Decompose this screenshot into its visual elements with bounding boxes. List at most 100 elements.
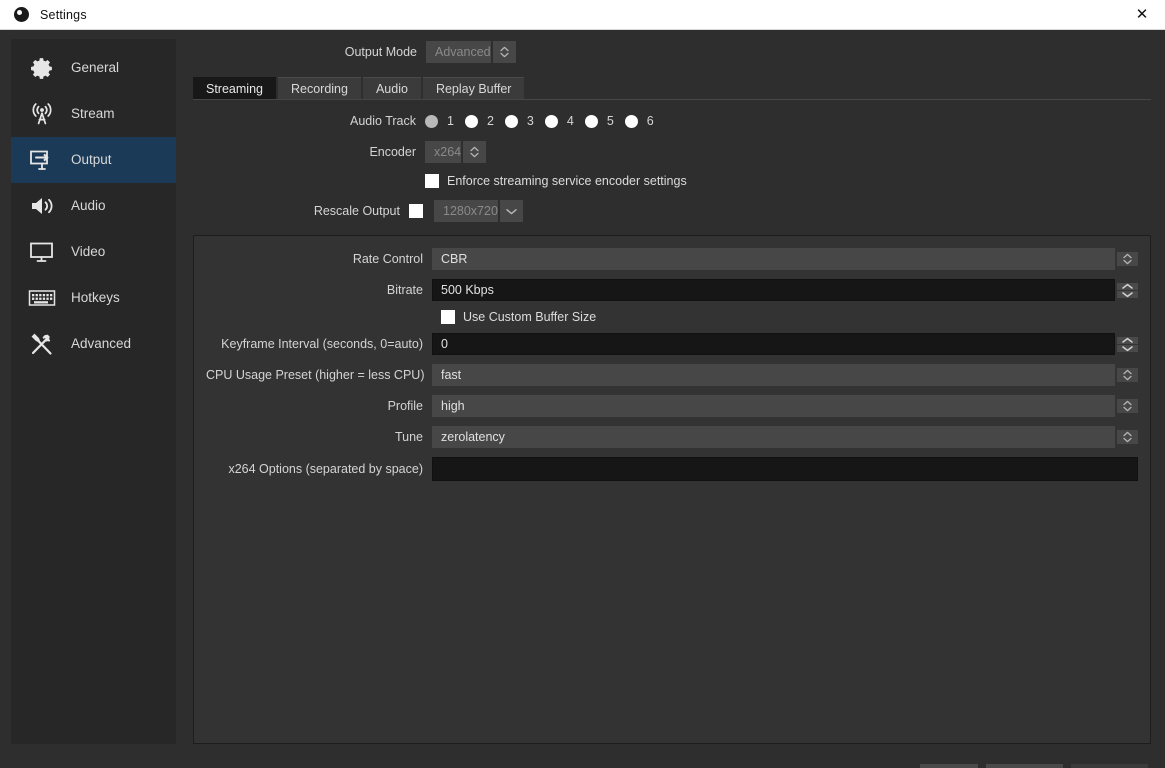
obs-logo-icon	[8, 0, 34, 30]
sidebar-item-general[interactable]: General	[11, 45, 176, 91]
profile-select[interactable]: high	[432, 395, 1115, 417]
bitrate-input[interactable]: 500 Kbps	[432, 279, 1115, 301]
title-bar: Settings ✕	[0, 0, 1165, 30]
output-mode-select-wrap: Advanced	[426, 41, 1151, 63]
sidebar-item-label: Audio	[71, 198, 106, 214]
window-title: Settings	[40, 7, 87, 22]
keyframe-interval-stepper	[1117, 336, 1138, 352]
audio-track-radio-group: 1 2 3 4 5 6	[425, 114, 665, 128]
apply-button[interactable]: Apply	[1071, 764, 1148, 768]
enforce-encoder-settings-label: Enforce streaming service encoder settin…	[447, 174, 687, 188]
monitor-icon	[27, 238, 57, 266]
x264-options-input[interactable]	[432, 457, 1138, 481]
encoder-row: Encoder x264	[193, 141, 1151, 163]
profile-spinner-icon[interactable]	[1117, 399, 1138, 413]
bitrate-row: Bitrate 500 Kbps	[206, 279, 1138, 301]
output-mode-select[interactable]: Advanced	[426, 41, 491, 63]
profile-label: Profile	[387, 398, 423, 413]
sidebar-item-label: Video	[71, 244, 106, 260]
sidebar-item-advanced[interactable]: Advanced	[11, 321, 176, 367]
output-mode-spinner-icon[interactable]	[492, 41, 516, 63]
tab-recording[interactable]: Recording	[277, 77, 361, 99]
use-custom-buffer-size-checkbox[interactable]: Use Custom Buffer Size	[432, 310, 596, 324]
radio-label: 4	[566, 114, 574, 128]
sidebar-item-hotkeys[interactable]: Hotkeys	[11, 275, 176, 321]
tab-streaming[interactable]: Streaming	[193, 77, 276, 99]
tab-replay-buffer[interactable]: Replay Buffer	[422, 77, 525, 99]
cancel-button[interactable]: Cancel	[986, 764, 1063, 768]
rate-control-row: Rate Control CBR	[206, 248, 1138, 270]
radio-label: 5	[606, 114, 614, 128]
speaker-icon	[27, 192, 57, 220]
tune-label: Tune	[394, 429, 423, 444]
radio-label: 6	[646, 114, 654, 128]
tab-audio[interactable]: Audio	[362, 77, 421, 99]
radio-label: 1	[447, 114, 454, 128]
cpu-usage-preset-row: CPU Usage Preset (higher = less CPU) fas…	[206, 364, 1138, 386]
chevron-down-icon[interactable]	[499, 200, 523, 222]
tune-row: Tune zerolatency	[206, 426, 1138, 448]
radio-label: 3	[526, 114, 534, 128]
tune-spinner-icon[interactable]	[1117, 430, 1138, 444]
sidebar-item-label: Advanced	[71, 336, 132, 352]
sidebar-item-label: Hotkeys	[71, 290, 120, 306]
audio-track-option-3[interactable]: 3	[504, 114, 534, 128]
output-mode-row: Output Mode Advanced	[193, 40, 1151, 64]
x264-options-label: x264 Options (separated by space)	[228, 461, 423, 476]
keyframe-interval-label: Keyframe Interval (seconds, 0=auto)	[221, 336, 423, 351]
checkbox-icon[interactable]	[441, 310, 455, 324]
x264-options-row: x264 Options (separated by space)	[206, 457, 1138, 481]
stepper-down-icon[interactable]	[1117, 290, 1138, 298]
cpu-usage-preset-select[interactable]: fast	[432, 364, 1115, 386]
encoder-select-wrap: x264	[425, 141, 1151, 163]
output-icon	[27, 146, 57, 174]
enforce-encoder-settings-checkbox[interactable]: Enforce streaming service encoder settin…	[425, 174, 687, 188]
audio-track-option-4[interactable]: 4	[544, 114, 574, 128]
checkbox-icon[interactable]	[425, 174, 439, 188]
sidebar-item-stream[interactable]: Stream	[11, 91, 176, 137]
encoder-label: Encoder	[369, 144, 416, 159]
rate-control-spinner-icon[interactable]	[1117, 252, 1138, 266]
audio-track-option-6[interactable]: 6	[624, 114, 654, 128]
radio-label: 2	[486, 114, 494, 128]
sidebar-item-label: General	[71, 60, 120, 76]
output-tab-bar: Streaming Recording Audio Replay Buffer	[193, 76, 1151, 100]
encoder-settings-group: Rate Control CBR Bitrate 500 Kbps Use Cu…	[193, 235, 1151, 744]
bitrate-stepper	[1117, 282, 1138, 298]
encoder-spinner-icon[interactable]	[463, 141, 487, 163]
audio-track-option-5[interactable]: 5	[584, 114, 614, 128]
rescale-output-select[interactable]: 1280x720	[434, 200, 498, 222]
radio-icon[interactable]	[624, 114, 638, 128]
sidebar-item-audio[interactable]: Audio	[11, 183, 176, 229]
cpu-usage-preset-spinner-icon[interactable]	[1117, 368, 1138, 382]
sidebar-item-label: Stream	[71, 106, 115, 122]
radio-icon[interactable]	[464, 114, 478, 128]
close-icon[interactable]: ✕	[1119, 0, 1165, 29]
tune-select[interactable]: zerolatency	[432, 426, 1115, 448]
ok-button[interactable]: OK	[920, 764, 978, 768]
keyframe-interval-input[interactable]: 0	[432, 333, 1115, 355]
stepper-down-icon[interactable]	[1117, 344, 1138, 352]
enforce-encoder-settings-row: Enforce streaming service encoder settin…	[193, 172, 1151, 190]
radio-icon[interactable]	[425, 114, 438, 128]
window-body: General Stream Output Audio Video Hotkey…	[0, 30, 1165, 753]
gear-icon	[27, 54, 57, 82]
sidebar-item-output[interactable]: Output	[11, 137, 176, 183]
audio-track-option-2[interactable]: 2	[464, 114, 494, 128]
stepper-up-icon[interactable]	[1117, 282, 1138, 291]
radio-icon[interactable]	[544, 114, 558, 128]
rescale-output-select-wrap: 1280x720	[434, 200, 1151, 222]
sidebar-item-video[interactable]: Video	[11, 229, 176, 275]
rescale-output-checkbox[interactable]	[409, 204, 423, 218]
settings-window: Settings ✕ General Stream Output Audio V…	[0, 0, 1165, 768]
rescale-output-label: Rescale Output	[313, 203, 400, 218]
rate-control-label: Rate Control	[352, 251, 423, 266]
radio-icon[interactable]	[504, 114, 518, 128]
settings-main-pane: Output Mode Advanced Streaming Recording…	[176, 30, 1165, 753]
rate-control-select[interactable]: CBR	[432, 248, 1115, 270]
radio-icon[interactable]	[584, 114, 598, 128]
stepper-up-icon[interactable]	[1117, 336, 1138, 345]
encoder-select[interactable]: x264	[425, 141, 462, 163]
audio-track-option-1[interactable]: 1	[425, 114, 454, 128]
keyboard-icon	[27, 284, 57, 312]
